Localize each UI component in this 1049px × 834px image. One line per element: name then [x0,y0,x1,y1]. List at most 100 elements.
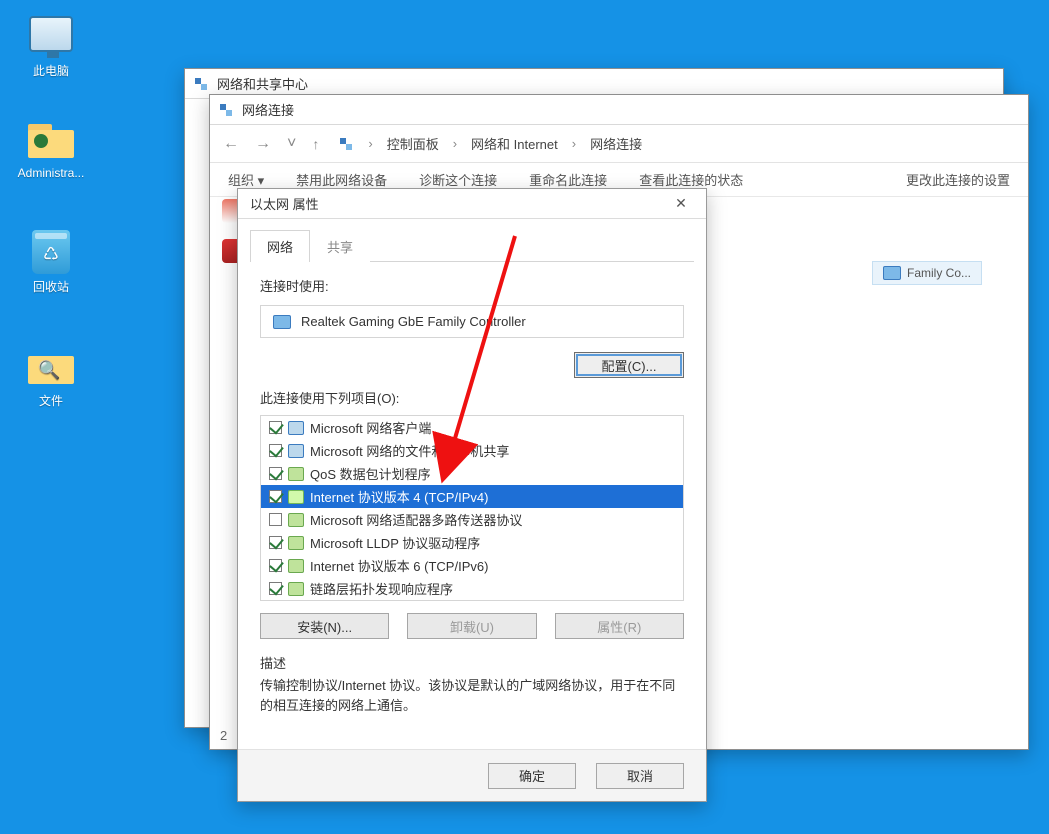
desktop-icon-this-pc[interactable]: 此电脑 [12,16,90,79]
network-adapter-item[interactable]: Family Co... [872,261,982,285]
button-label: 安装(N)... [297,617,352,636]
cmd-organize[interactable]: 组织 ▾ [228,170,264,189]
protocol-icon [288,582,304,596]
protocol-item[interactable]: Microsoft 网络的文件和打印机共享 [261,439,683,462]
uninstall-button[interactable]: 卸载(U) [407,613,536,639]
button-label: 卸载(U) [450,617,494,636]
back-button[interactable]: ← [220,135,242,153]
computer-icon [29,16,73,52]
button-label: 取消 [627,766,653,785]
desktop-label: 此电脑 [12,62,90,79]
checkbox[interactable] [269,490,282,503]
network-icon [218,102,234,118]
protocol-icon [288,421,304,435]
connect-using-label: 连接时使用: [260,276,684,295]
protocol-label: Microsoft 网络客户端 [310,418,431,437]
desktop-icon-files[interactable]: 文件 [12,344,90,409]
checkbox[interactable] [269,444,282,457]
adapter-item-label: Family Co... [907,266,971,280]
tab-row: 网络 共享 [250,229,694,262]
dialog-title: 以太网 属性 [250,194,319,213]
cancel-button[interactable]: 取消 [596,763,684,789]
protocol-list[interactable]: Microsoft 网络客户端 Microsoft 网络的文件和打印机共享 QoS … [260,415,684,601]
install-button[interactable]: 安装(N)... [260,613,389,639]
ok-button[interactable]: 确定 [488,763,576,789]
tab-label: 网络 [267,240,293,255]
cmd-diagnose[interactable]: 诊断这个连接 [419,170,497,189]
checkbox[interactable] [269,467,282,480]
protocol-label: Internet 协议版本 6 (TCP/IPv6) [310,556,488,575]
protocol-item[interactable]: Internet 协议版本 4 (TCP/IPv4) [261,485,683,508]
chevron-right-icon: › [568,136,580,151]
item-count: 2 [220,728,227,743]
network-icon [193,76,209,92]
description-text: 传输控制协议/Internet 协议。该协议是默认的广域网络协议，用于在不同的相… [260,676,684,715]
breadcrumb[interactable]: 网络和 Internet [471,134,558,153]
protocol-icon [288,467,304,481]
folder-search-icon [28,346,74,384]
protocol-item[interactable]: Microsoft 网络适配器多路传送器协议 [261,508,683,531]
description-label: 描述 [260,653,684,672]
adapter-box: Realtek Gaming GbE Family Controller [260,305,684,338]
checkbox[interactable] [269,582,282,595]
protocol-item[interactable]: 链路层拓扑发现映射器 I/O 驱动程序 [261,600,683,601]
checkbox[interactable] [269,536,282,549]
breadcrumb[interactable]: 网络连接 [590,134,642,153]
protocol-label: Microsoft 网络适配器多路传送器协议 [310,510,522,529]
address-bar: ← → ˅ ↑ › 控制面板 › 网络和 Internet › 网络连接 [210,125,1028,163]
configure-button[interactable]: 配置(C)... [574,352,684,378]
protocol-icon [288,559,304,573]
protocol-item[interactable]: Microsoft 网络客户端 [261,416,683,439]
up-button[interactable]: ↑ [309,136,322,152]
breadcrumb[interactable]: 控制面板 [387,134,439,153]
cmd-disable-device[interactable]: 禁用此网络设备 [296,170,387,189]
protocol-icon [288,444,304,458]
dialog-ethernet-properties: 以太网 属性 ✕ 网络 共享 连接时使用: Realtek Gaming GbE… [237,188,707,802]
window-title: 网络连接 [242,100,294,119]
dialog-titlebar[interactable]: 以太网 属性 ✕ [238,189,706,219]
button-label: 确定 [519,766,545,785]
cmd-rename[interactable]: 重命名此连接 [529,170,607,189]
desktop-label: 文件 [12,392,90,409]
checkbox[interactable] [269,513,282,526]
protocol-icon [288,536,304,550]
protocol-item[interactable]: QoS 数据包计划程序 [261,462,683,485]
desktop-icon-user-folder[interactable]: Administra... [12,118,90,180]
button-label: 属性(R) [597,617,641,636]
titlebar[interactable]: 网络连接 [210,95,1028,125]
adapter-icon [883,266,901,280]
uses-items-label: 此连接使用下列项目(O): [260,388,684,407]
checkbox[interactable] [269,421,282,434]
checkbox[interactable] [269,559,282,572]
protocol-item[interactable]: Microsoft LLDP 协议驱动程序 [261,531,683,554]
button-label: 配置(C)... [602,356,657,375]
chevron-right-icon: › [449,136,461,151]
protocol-label: QoS 数据包计划程序 [310,464,431,483]
folder-icon [28,120,74,158]
adapter-name: Realtek Gaming GbE Family Controller [301,314,526,329]
forward-button[interactable]: → [252,135,274,153]
adapter-icon [273,315,291,329]
cmd-view-status[interactable]: 查看此连接的状态 [639,170,743,189]
protocol-icon [288,513,304,527]
desktop-label: 回收站 [12,278,90,295]
recent-dropdown[interactable]: ˅ [284,135,299,153]
window-title: 网络和共享中心 [217,74,308,93]
cmd-change-settings[interactable]: 更改此连接的设置 [906,170,1010,189]
recycle-bin-icon [32,230,70,274]
dialog-footer: 确定 取消 [238,749,706,801]
network-icon [338,136,354,152]
protocol-item[interactable]: 链路层拓扑发现响应程序 [261,577,683,600]
protocol-label: Internet 协议版本 4 (TCP/IPv4) [310,487,488,506]
protocol-icon [288,490,304,504]
tab-network[interactable]: 网络 [250,230,310,262]
desktop-icon-recycle-bin[interactable]: 回收站 [12,230,90,295]
protocol-buttons: 安装(N)... 卸载(U) 属性(R) [260,613,684,639]
protocol-label: Microsoft 网络的文件和打印机共享 [310,441,509,460]
protocol-item[interactable]: Internet 协议版本 6 (TCP/IPv6) [261,554,683,577]
tab-share[interactable]: 共享 [310,230,370,262]
properties-button[interactable]: 属性(R) [555,613,684,639]
tab-label: 共享 [327,240,353,255]
chevron-right-icon: › [364,136,376,151]
close-button[interactable]: ✕ [662,195,700,212]
